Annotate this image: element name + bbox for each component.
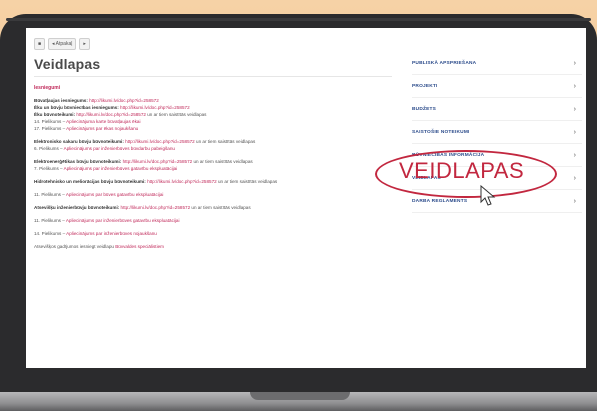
line-text: un ar tiem saistītās veidlapas: [190, 205, 251, 210]
chevron-right-icon: ›: [573, 197, 576, 205]
forward-button-label: ▸: [83, 41, 86, 47]
bezel-highlight: [6, 18, 591, 21]
content-line: Ēku un būvju būvniecības iesniegums: htt…: [34, 104, 394, 111]
document-link[interactable]: Apliecinājums par būves gatavību eksplua…: [66, 192, 164, 197]
document-link[interactable]: http://likumi.lv/doc.php?id=258572: [121, 205, 191, 210]
content-line: 14. Pielikums – Apliecinājums par inženi…: [34, 230, 394, 237]
line-text: 11. Pielikums –: [34, 192, 66, 197]
line-text: un ar tiem saistītās veidlapas: [194, 139, 256, 144]
line-text: 6. Pielikums –: [34, 146, 64, 151]
menu-icon: ■: [38, 41, 42, 47]
content-line: Hidrotehnisko un meliorācijas būvju būvn…: [34, 178, 394, 185]
forward-button[interactable]: ▸: [79, 38, 90, 50]
document-link[interactable]: Apliecinājums par inženierbūves būvdarbu…: [64, 146, 175, 151]
content-block: 11. Pielikums – Apliecinājums par būves …: [34, 191, 394, 198]
sidebar-item-label: PROJEKTI: [412, 83, 438, 89]
chevron-right-icon: ›: [573, 128, 576, 136]
sidebar-item[interactable]: SAISTOŠIE NOTEIKUMI ›: [412, 121, 582, 144]
line-heading: Elektroenerģētikas būvju būvnoteikumi:: [34, 159, 122, 164]
line-text: Atsevišķos gadījumos iesniegt veidlapu: [34, 244, 116, 249]
back-button[interactable]: ◂ Atpakaļ: [48, 38, 77, 50]
document-link[interactable]: http://likumi.lv/doc.php?id=258572: [147, 179, 217, 184]
content-block: 11. Pielikums – Apliecinājums par inženi…: [34, 217, 394, 224]
content-line: Atsevišķos gadījumos iesniegt veidlapu B…: [34, 243, 394, 250]
section-heading: Iesniegumi: [34, 85, 61, 91]
content-area: Būvatļaujas iesniegums: http://likumi.lv…: [34, 97, 394, 256]
line-heading: Atsevišķu inženierbūvju būvnoteikumi:: [34, 205, 120, 210]
back-button-label: ◂ Atpakaļ: [52, 41, 73, 47]
content-line: 11. Pielikums – Apliecinājums par būves …: [34, 191, 394, 198]
chevron-right-icon: ›: [573, 59, 576, 67]
content-line: Atsevišķu inženierbūvju būvnoteikumi: ht…: [34, 204, 394, 211]
chevron-right-icon: ›: [573, 151, 576, 159]
title-divider: [34, 76, 392, 77]
line-text: un ar tiem saistītās veidlapas: [145, 112, 207, 117]
line-heading: Hidrotehnisko un meliorācijas būvju būvn…: [34, 179, 146, 184]
content-line: Elektroenerģētikas būvju būvnoteikumi: h…: [34, 158, 394, 165]
content-block: 14. Pielikums – Apliecinājums par inženi…: [34, 230, 394, 237]
laptop-hinge-notch: [250, 392, 350, 400]
callout-label: VEIDLAPAS: [399, 158, 525, 183]
line-text: un ar tiem saistītās veidlapas: [192, 159, 253, 164]
line-text: un ar tiem saistītās veidlapas: [216, 179, 278, 184]
line-heading: Ēku un būvju būvniecības iesniegums:: [34, 105, 119, 110]
document-link[interactable]: http://likumi.lv/doc.php?id=258572: [120, 105, 190, 110]
content-line: 11. Pielikums – Apliecinājums par inženi…: [34, 217, 394, 224]
sidebar-item[interactable]: PUBLISKĀ APSPRIEŠANA ›: [412, 52, 582, 75]
document-link[interactable]: http://likumi.lv/doc.php?id=258572: [125, 139, 195, 144]
line-text: 11. Pielikums –: [34, 218, 66, 223]
content-line: 7. Pielikums – Apliecinājums par inženie…: [34, 165, 394, 172]
sidebar-item-label: BUDŽETS: [412, 106, 437, 112]
document-link[interactable]: Apliecinājums par inženierbūves nojaukša…: [66, 231, 157, 236]
sidebar-item-label: SAISTOŠIE NOTEIKUMI: [412, 129, 470, 135]
line-text: 7. Pielikums –: [34, 166, 64, 171]
content-line: Elektronisko sakaru būvju būvnoteikumi: …: [34, 138, 394, 145]
line-text: 17. Pielikums –: [34, 126, 67, 131]
sidebar-item[interactable]: BUDŽETS ›: [412, 98, 582, 121]
mouse-cursor-icon: [480, 185, 496, 206]
toolbar: ■ ◂ Atpakaļ ▸: [34, 38, 90, 50]
line-heading: Elektronisko sakaru būvju būvnoteikumi:: [34, 139, 124, 144]
document-link[interactable]: http://likumi.lv/doc.php?id=258572: [76, 112, 146, 117]
page-title: Veidlapas: [34, 56, 101, 72]
document-link[interactable]: Apliecinājums par ēkas nojaukšanu: [66, 126, 138, 131]
document-link[interactable]: http://likumi.lv/doc.php?id=258572: [123, 159, 193, 164]
document-link[interactable]: Apliecinājuma karte būvatļaujas ēkai: [66, 119, 140, 124]
chevron-right-icon: ›: [573, 174, 576, 182]
line-text: 14. Pielikums –: [34, 119, 67, 124]
line-text: 14. Pielikums –: [34, 231, 67, 236]
document-link[interactable]: Būvvaldes speciālistiem: [115, 244, 164, 249]
chevron-right-icon: ›: [573, 105, 576, 113]
document-link[interactable]: Apliecinājums par inženierbūves gatavību…: [66, 218, 180, 223]
content-line: Ēku būvnoteikumi: http://likumi.lv/doc.p…: [34, 111, 394, 118]
menu-button[interactable]: ■: [34, 38, 46, 50]
document-link[interactable]: http://likumi.lv/doc.php?id=258572: [89, 98, 159, 103]
line-heading: Būvatļaujas iesniegums:: [34, 98, 88, 103]
chevron-right-icon: ›: [573, 82, 576, 90]
content-block: Hidrotehnisko un meliorācijas būvju būvn…: [34, 178, 394, 185]
laptop-screen: ■ ◂ Atpakaļ ▸ Veidlapas Iesniegumi Būvat…: [26, 28, 586, 368]
content-line: 17. Pielikums – Apliecinājums par ēkas n…: [34, 125, 394, 132]
content-line: Būvatļaujas iesniegums: http://likumi.lv…: [34, 97, 394, 104]
sidebar-item-label: DARBA REGLAMENTS: [412, 198, 468, 204]
sidebar-item[interactable]: PROJEKTI ›: [412, 75, 582, 98]
content-block: Atsevišķos gadījumos iesniegt veidlapu B…: [34, 243, 394, 250]
content-line: 14. Pielikums – Apliecinājuma karte būva…: [34, 118, 394, 125]
content-block: Būvatļaujas iesniegums: http://likumi.lv…: [34, 97, 394, 132]
sidebar-item-label: PUBLISKĀ APSPRIEŠANA: [412, 60, 477, 66]
content-block: Atsevišķu inženierbūvju būvnoteikumi: ht…: [34, 204, 394, 211]
document-link[interactable]: Apliecinājums par inženierbūves gatavību…: [64, 166, 178, 171]
content-line: 6. Pielikums – Apliecinājums par inženie…: [34, 145, 394, 152]
line-heading: Ēku būvnoteikumi:: [34, 112, 76, 117]
content-block: Elektronisko sakaru būvju būvnoteikumi: …: [34, 138, 394, 152]
content-block: Elektroenerģētikas būvju būvnoteikumi: h…: [34, 158, 394, 172]
